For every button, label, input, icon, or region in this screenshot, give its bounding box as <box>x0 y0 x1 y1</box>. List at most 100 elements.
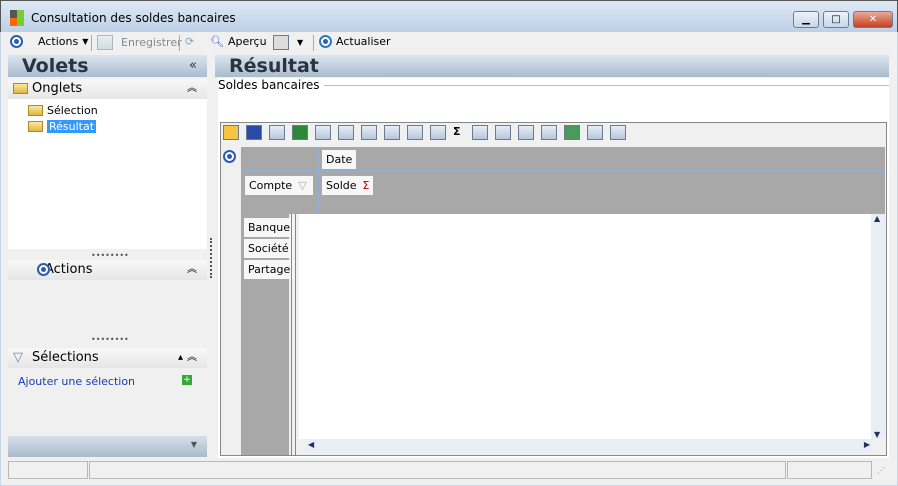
toolbar: Actions ▼ Enregistrer ⟳ 🔍︎ Aperçu ▼ Actual… <box>1 32 897 53</box>
pivot-grid: Σ Date Compte ▽ Solde Σ Banque Société Par… <box>220 122 887 456</box>
actions-menu[interactable]: Actions ▼ <box>38 35 88 48</box>
tabs-section-header[interactable]: Onglets ︽ <box>8 79 207 99</box>
field-label: Compte <box>249 179 293 192</box>
minimize-button[interactable]: ▁ <box>793 11 819 28</box>
sum-icon[interactable]: Σ <box>453 125 469 140</box>
folder-icon <box>13 83 28 94</box>
tabs-section-label: Onglets <box>32 81 83 96</box>
close-button[interactable]: ✕ <box>853 11 893 28</box>
save-button[interactable]: Enregistrer <box>97 35 182 50</box>
scroll-right-icon[interactable]: ▶ <box>864 440 870 449</box>
layout-columns-icon[interactable] <box>338 125 354 140</box>
save-label: Enregistrer <box>121 36 182 49</box>
pivot-header-area: Date Compte ▽ Solde Σ <box>241 147 885 214</box>
row-field-societe[interactable]: Société <box>244 239 293 258</box>
dropdown-arrow-icon: ▼ <box>297 38 304 47</box>
folder-icon <box>28 105 43 116</box>
save-icon[interactable] <box>246 125 262 140</box>
row-field-banque[interactable]: Banque <box>244 218 294 237</box>
sum-arrow-icon[interactable] <box>472 125 488 140</box>
group-label: Soldes bancaires <box>218 78 324 92</box>
horizontal-scrollbar[interactable]: ◀ ▶ <box>307 439 871 452</box>
add-selection-link[interactable]: Ajouter une sélection <box>18 375 135 388</box>
print-icon[interactable] <box>269 125 285 140</box>
vertical-scrollbar[interactable]: ▲ ▼ <box>871 214 885 439</box>
filter-icon[interactable]: ▽ <box>298 179 306 192</box>
sum-icon: Σ <box>362 179 370 192</box>
open-icon[interactable] <box>223 125 239 140</box>
refresh-button[interactable]: Actualiser <box>319 35 391 48</box>
add-field-icon[interactable] <box>361 125 377 140</box>
dropdown-arrow-icon: ▼ <box>82 37 89 46</box>
scroll-down-icon[interactable]: ▼ <box>874 430 880 439</box>
panes-header: Volets « <box>8 55 207 77</box>
preview-button[interactable]: 🔍︎ Aperçu <box>210 35 267 48</box>
collapse-panes-button[interactable]: « <box>189 55 197 77</box>
expand-icon[interactable] <box>564 125 580 140</box>
panel-footer: ▼ <box>8 436 207 457</box>
filter-icon: ▽ <box>13 350 23 365</box>
grid-icon[interactable] <box>384 125 400 140</box>
result-content: Soldes bancaires Σ Date Compte ▽ Solde Σ B… <box>218 78 889 458</box>
divider <box>241 170 885 171</box>
collapse-icon[interactable]: ︽ <box>187 79 197 99</box>
grid-bold-icon[interactable] <box>407 125 423 140</box>
actions-section-label: Actions <box>45 262 93 277</box>
actions-label: Actions <box>38 35 79 48</box>
pivot-menu-icon[interactable] <box>223 150 236 163</box>
field-label: Solde <box>326 179 357 192</box>
dropdown-arrow-icon[interactable]: ▼ <box>191 440 197 449</box>
column-field-date[interactable]: Date <box>322 150 357 169</box>
sync-icon[interactable]: ⟳ <box>185 35 194 48</box>
tree-item-resultat[interactable]: Résultat <box>28 120 97 133</box>
layout-rows-icon[interactable] <box>315 125 331 140</box>
scroll-left-icon[interactable]: ◀ <box>308 440 314 449</box>
data-field-solde[interactable]: Solde Σ <box>322 176 374 195</box>
splitter-handle[interactable]: •••••••• <box>91 251 129 260</box>
collapse-cols-icon[interactable] <box>541 125 557 140</box>
refresh-label: Actualiser <box>336 35 391 48</box>
add-row-icon[interactable] <box>587 125 603 140</box>
remove-row-icon[interactable] <box>610 125 626 140</box>
result-title: Résultat <box>229 55 319 77</box>
print-button[interactable]: ▼ <box>273 35 303 50</box>
window-title: Consultation des soldes bancaires <box>31 11 236 25</box>
status-cell <box>787 461 872 479</box>
selections-section-label: Sélections <box>32 350 99 365</box>
row-field-partage[interactable]: Partage <box>244 260 295 279</box>
maximize-button[interactable]: □ <box>823 11 849 28</box>
panes-title: Volets <box>22 55 89 77</box>
excel-icon[interactable] <box>292 125 308 140</box>
splitter-handle[interactable]: •••••••• <box>91 335 129 344</box>
pivot-toolbar: Σ <box>223 125 630 140</box>
scroll-up-icon[interactable]: ▲ <box>874 214 880 223</box>
collapse-rows-icon[interactable] <box>518 125 534 140</box>
actions-section-header[interactable]: Actions ︽ <box>8 260 207 280</box>
save-icon <box>97 35 113 50</box>
title-bar: Consultation des soldes bancaires ▁ □ ✕ <box>0 0 898 32</box>
status-cell <box>89 461 786 479</box>
resize-grip-icon[interactable]: ⋰ <box>877 466 885 475</box>
result-header: Résultat <box>215 55 889 77</box>
add-icon[interactable]: + <box>182 375 192 385</box>
collapse-up-icon[interactable]: ▴ <box>178 348 183 368</box>
tree-item-selection[interactable]: Sélection <box>28 104 98 117</box>
tree-item-label: Sélection <box>47 104 98 117</box>
separator <box>179 35 180 51</box>
status-cell <box>8 461 88 479</box>
app-icon <box>10 10 24 26</box>
selections-section-header[interactable]: ▽ Sélections ▴ ︽ <box>8 348 207 368</box>
status-bar: ⋰ <box>1 458 897 485</box>
app-menu-icon[interactable] <box>10 35 23 48</box>
main-area: Volets « Onglets ︽ Sélection Résultat ••••… <box>1 53 897 458</box>
separator <box>313 35 314 51</box>
collapse-icon[interactable]: ︽ <box>187 348 197 368</box>
fit-width-icon[interactable] <box>495 125 511 140</box>
vertical-splitter[interactable] <box>210 238 212 278</box>
row-splitter[interactable] <box>291 214 296 455</box>
percent-icon[interactable] <box>430 125 446 140</box>
filter-field-compte[interactable]: Compte ▽ <box>245 176 313 195</box>
tabs-tree: Sélection Résultat <box>8 99 207 249</box>
tree-item-label: Résultat <box>47 120 97 133</box>
collapse-icon[interactable]: ︽ <box>187 260 197 280</box>
